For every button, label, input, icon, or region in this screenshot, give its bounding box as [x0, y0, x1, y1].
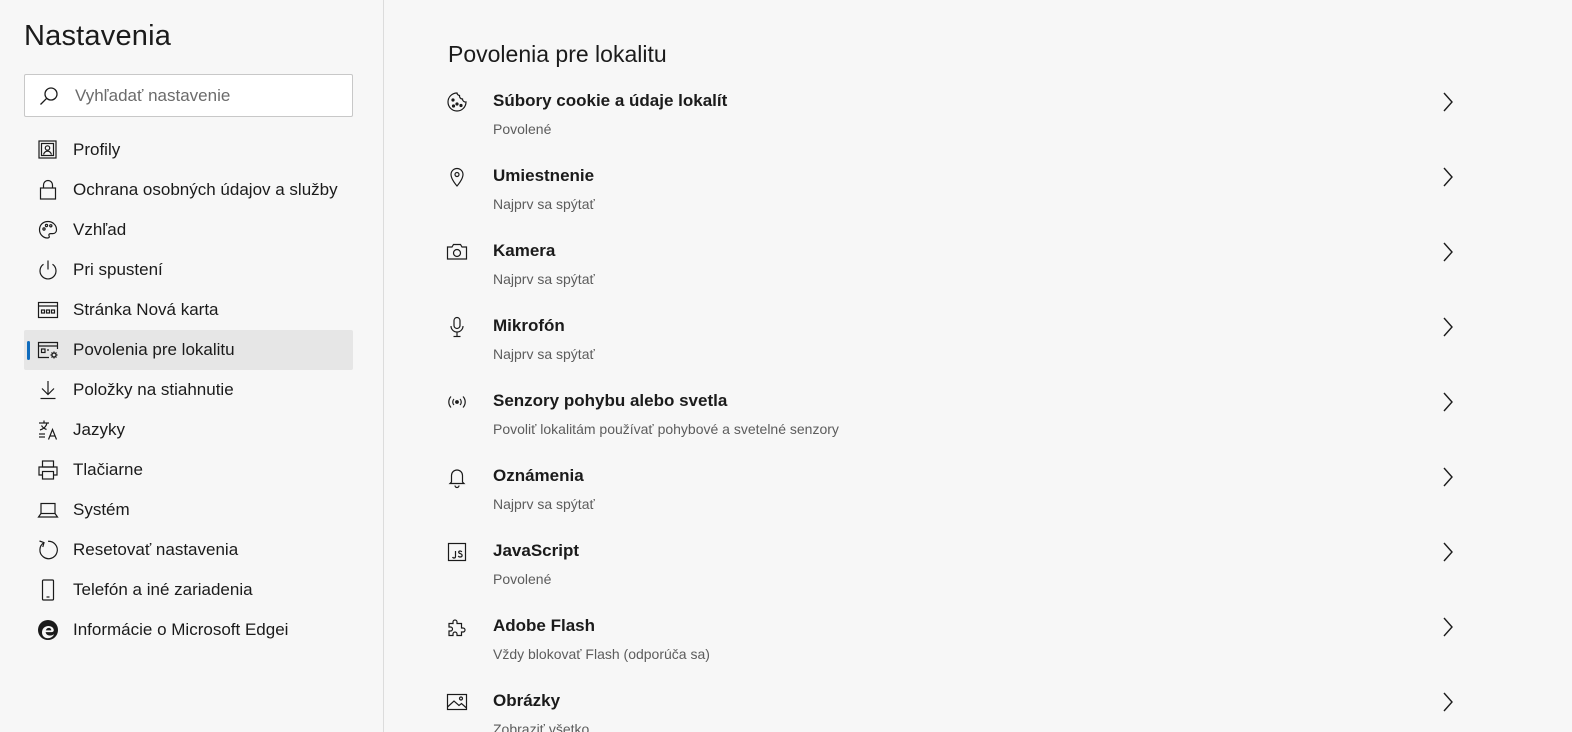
sidebar-item-privacy[interactable]: Ochrana osobných údajov a služby: [24, 170, 353, 210]
permission-row-location[interactable]: Umiestnenie Najprv sa spýtať: [440, 155, 1470, 230]
permission-status: Povoliť lokalitám používať pohybové a sv…: [493, 421, 839, 437]
sidebar-item-system[interactable]: Systém: [24, 490, 353, 530]
permission-status: Vždy blokovať Flash (odporúča sa): [493, 646, 710, 662]
permission-name: Súbory cookie a údaje lokalít: [493, 91, 728, 110]
sidebar-item-label: Položky na stiahnutie: [73, 380, 234, 399]
chevron-right-icon: [1440, 390, 1456, 414]
permission-row-adobe-flash[interactable]: Adobe Flash Vždy blokovať Flash (odporúč…: [440, 605, 1470, 680]
permission-row-images[interactable]: Obrázky Zobraziť všetko: [440, 680, 1470, 732]
permission-name: Adobe Flash: [493, 616, 596, 635]
search-box[interactable]: [24, 74, 353, 117]
permission-row-microphone[interactable]: Mikrofón Najprv sa spýtať: [440, 305, 1470, 380]
sidebar-item-about-edge[interactable]: Informácie o Microsoft Edgei: [24, 610, 353, 650]
edge-logo-icon: [36, 618, 60, 642]
sidebar-item-site-permissions[interactable]: Povolenia pre lokalitu: [24, 330, 353, 370]
settings-window: Nastavenia Prof: [0, 0, 1572, 732]
sidebar-item-languages[interactable]: Jazyky: [24, 410, 353, 450]
chevron-right-icon: [1440, 165, 1456, 189]
permission-row-motion-sensors[interactable]: Senzory pohybu alebo svetla Povoliť loka…: [440, 380, 1470, 455]
sidebar-item-label: Profily: [73, 140, 121, 159]
permission-status: Najprv sa spýtať: [493, 496, 595, 512]
settings-sidebar: Nastavenia Prof: [0, 0, 384, 732]
location-pin-icon: [445, 165, 469, 189]
javascript-icon: [445, 540, 469, 564]
chevron-right-icon: [1440, 315, 1456, 339]
sidebar-item-label: Pri spustení: [73, 260, 163, 279]
chevron-right-icon: [1440, 690, 1456, 714]
permission-row-camera[interactable]: Kamera Najprv sa spýtať: [440, 230, 1470, 305]
download-icon: [36, 378, 60, 402]
sidebar-item-new-tab-page[interactable]: Stránka Nová karta: [24, 290, 353, 330]
sidebar-title: Nastavenia: [24, 20, 172, 52]
sidebar-nav: Profily Ochrana osobných údajov a služby: [24, 130, 353, 650]
sidebar-item-label: Tlačiarne: [73, 460, 143, 479]
sidebar-item-label: Povolenia pre lokalitu: [73, 340, 235, 359]
permission-row-notifications[interactable]: Oznámenia Najprv sa spýtať: [440, 455, 1470, 530]
permission-name: Umiestnenie: [493, 166, 595, 185]
printer-icon: [36, 458, 60, 482]
permission-name: Obrázky: [493, 691, 561, 710]
image-icon: [445, 690, 469, 714]
profile-icon: [36, 138, 60, 162]
chevron-right-icon: [1440, 615, 1456, 639]
chevron-right-icon: [1440, 90, 1456, 114]
site-permissions-panel: Povolenia pre lokalitu Súbory cookie a ú…: [385, 0, 1572, 732]
permission-name: Mikrofón: [493, 316, 565, 335]
sidebar-item-label: Stránka Nová karta: [73, 300, 219, 319]
camera-icon: [445, 240, 469, 264]
sidebar-item-label: Telefón a iné zariadenia: [73, 580, 253, 599]
chevron-right-icon: [1440, 240, 1456, 264]
new-tab-page-icon: [36, 298, 60, 322]
sidebar-item-phone-devices[interactable]: Telefón a iné zariadenia: [24, 570, 353, 610]
sidebar-item-reset-settings[interactable]: Resetovať nastavenia: [24, 530, 353, 570]
site-permissions-icon: [36, 338, 60, 362]
phone-icon: [36, 578, 60, 602]
permission-status: Najprv sa spýtať: [493, 346, 595, 362]
page-title: Povolenia pre lokalitu: [448, 41, 667, 68]
sidebar-item-profiles[interactable]: Profily: [24, 130, 353, 170]
reset-icon: [36, 538, 60, 562]
permission-status: Povolené: [493, 571, 552, 587]
sidebar-item-appearance[interactable]: Vzhľad: [24, 210, 353, 250]
sidebar-item-label: Vzhľad: [73, 220, 127, 239]
permission-name: Senzory pohybu alebo svetla: [493, 391, 728, 410]
sidebar-item-label: Jazyky: [73, 420, 125, 439]
languages-icon: [36, 418, 60, 442]
bell-icon: [445, 465, 469, 489]
sidebar-item-label: Informácie o Microsoft Edgei: [73, 620, 289, 639]
microphone-icon: [445, 315, 469, 339]
sidebar-item-printers[interactable]: Tlačiarne: [24, 450, 353, 490]
permission-name: Oznámenia: [493, 466, 584, 485]
permission-name: Kamera: [493, 241, 556, 260]
sidebar-item-label: Ochrana osobných údajov a služby: [73, 180, 338, 199]
permission-row-cookies[interactable]: Súbory cookie a údaje lokalít Povolené: [440, 80, 1470, 155]
permission-name: JavaScript: [493, 541, 579, 560]
laptop-icon: [36, 498, 60, 522]
permission-row-javascript[interactable]: JavaScript Povolené: [440, 530, 1470, 605]
lock-icon: [36, 178, 60, 202]
power-icon: [36, 258, 60, 282]
permission-status: Najprv sa spýtať: [493, 196, 595, 212]
permissions-list: Súbory cookie a údaje lokalít Povolené U…: [440, 80, 1470, 732]
puzzle-icon: [445, 615, 469, 639]
permission-status: Povolené: [493, 121, 552, 137]
sensor-icon: [445, 390, 469, 414]
sidebar-item-label: Resetovať nastavenia: [73, 540, 239, 559]
permission-status: Najprv sa spýtať: [493, 271, 595, 287]
chevron-right-icon: [1440, 465, 1456, 489]
cookie-icon: [445, 90, 469, 114]
sidebar-item-on-startup[interactable]: Pri spustení: [24, 250, 353, 290]
sidebar-item-label: Systém: [73, 500, 130, 519]
permission-status: Zobraziť všetko: [493, 721, 590, 732]
search-input[interactable]: [75, 75, 345, 116]
palette-icon: [36, 218, 60, 242]
sidebar-item-downloads[interactable]: Položky na stiahnutie: [24, 370, 353, 410]
search-icon: [37, 85, 61, 109]
chevron-right-icon: [1440, 540, 1456, 564]
